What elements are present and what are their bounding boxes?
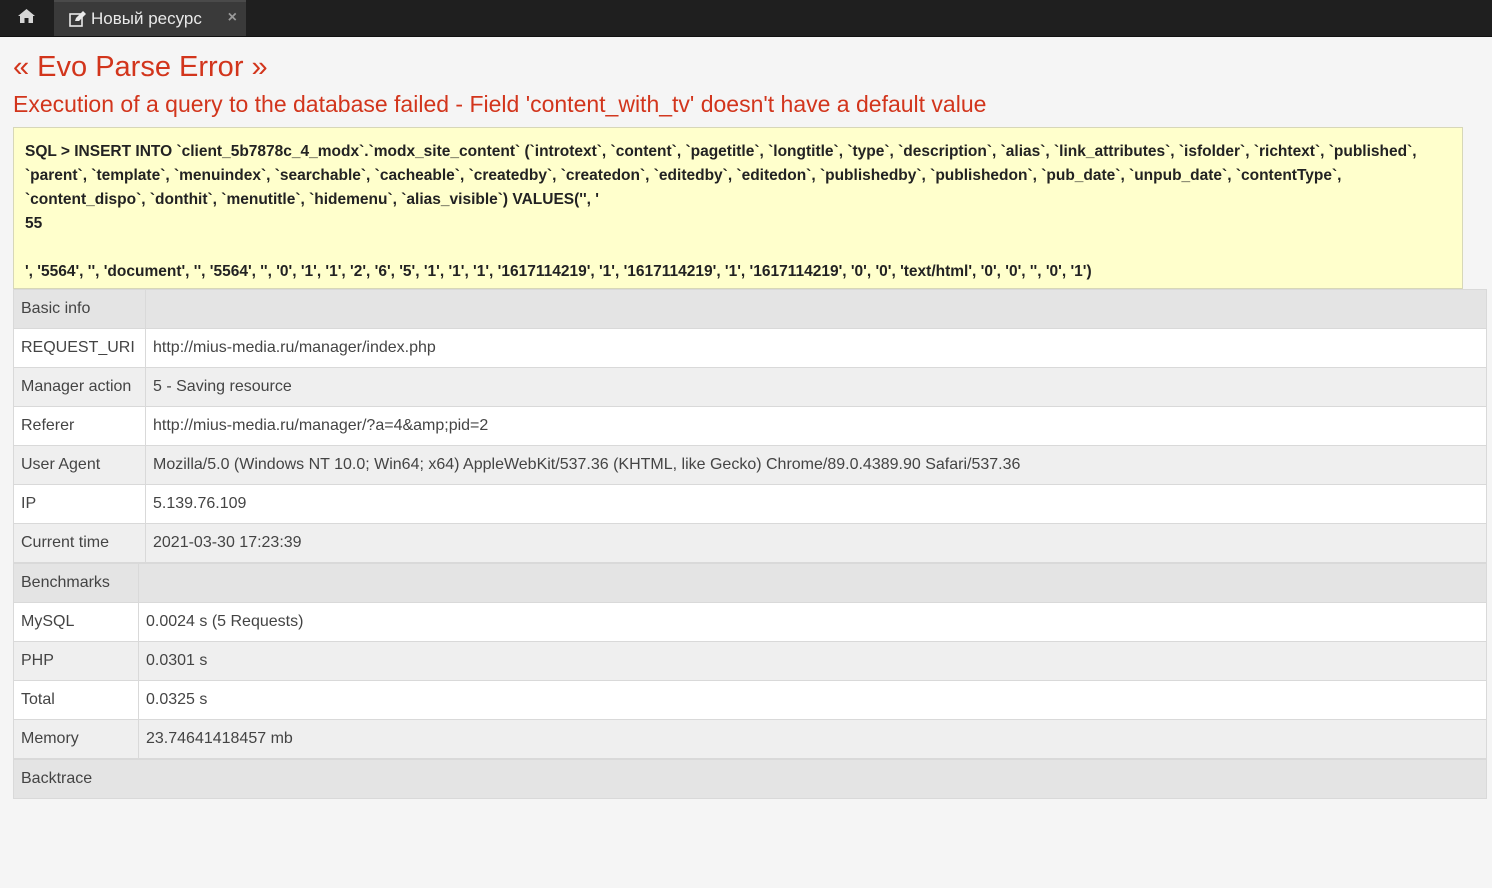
table-header-row: Basic info xyxy=(13,289,1487,329)
row-value: 0.0301 s xyxy=(138,641,1487,681)
row-value: Mozilla/5.0 (Windows NT 10.0; Win64; x64… xyxy=(145,445,1487,485)
tab-new-resource[interactable]: Новый ресурс × xyxy=(54,0,246,36)
top-bar: Новый ресурс × xyxy=(0,0,1492,37)
edit-icon xyxy=(69,11,87,27)
row-value: 5 - Saving resource xyxy=(145,367,1487,407)
row-value: http://mius-media.ru/manager/?a=4&amp;pi… xyxy=(145,406,1487,446)
row-key: PHP xyxy=(13,641,139,681)
table-header-empty xyxy=(138,563,1487,603)
table-header: Basic info xyxy=(13,289,146,329)
row-key: Total xyxy=(13,680,139,720)
table-row: Manager action 5 - Saving resource xyxy=(13,367,1487,407)
row-key: Referer xyxy=(13,406,146,446)
table-row: Current time 2021-03-30 17:23:39 xyxy=(13,523,1487,563)
table-row: IP 5.139.76.109 xyxy=(13,484,1487,524)
table-header: Benchmarks xyxy=(13,563,139,603)
row-key: Memory xyxy=(13,719,139,759)
table-header-empty xyxy=(145,289,1487,329)
row-value: 2021-03-30 17:23:39 xyxy=(145,523,1487,563)
table-row: REQUEST_URI http://mius-media.ru/manager/… xyxy=(13,328,1487,368)
close-icon[interactable]: × xyxy=(228,9,237,27)
table-row: User Agent Mozilla/5.0 (Windows NT 10.0; … xyxy=(13,445,1487,485)
table-header-row: Benchmarks xyxy=(13,563,1487,603)
basic-info-table: Basic info REQUEST_URI http://mius-media.… xyxy=(13,289,1487,563)
home-icon xyxy=(17,8,35,28)
row-key: User Agent xyxy=(13,445,146,485)
row-key: IP xyxy=(13,484,146,524)
error-page: « Evo Parse Error » Execution of a query… xyxy=(0,37,1492,799)
table-header: Backtrace xyxy=(13,759,1487,799)
table-row: MySQL 0.0024 s (5 Requests) xyxy=(13,602,1487,642)
sql-query-box: SQL > INSERT INTO `client_5b7878c_4_modx… xyxy=(13,127,1463,289)
table-header-row: Backtrace xyxy=(13,759,1487,799)
home-tab[interactable] xyxy=(0,0,52,36)
error-message: Execution of a query to the database fai… xyxy=(13,91,987,117)
benchmarks-table: Benchmarks MySQL 0.0024 s (5 Requests) PHP… xyxy=(13,563,1487,759)
row-value: http://mius-media.ru/manager/index.php xyxy=(145,328,1487,368)
error-title: « Evo Parse Error » xyxy=(13,51,268,83)
row-value: 23.74641418457 mb xyxy=(138,719,1487,759)
table-row: PHP 0.0301 s xyxy=(13,641,1487,681)
row-value: 5.139.76.109 xyxy=(145,484,1487,524)
row-value: 0.0325 s xyxy=(138,680,1487,720)
row-key: REQUEST_URI xyxy=(13,328,146,368)
row-key: Current time xyxy=(13,523,146,563)
backtrace-table: Backtrace xyxy=(13,759,1487,799)
tab-label: Новый ресурс xyxy=(91,9,202,28)
table-row: Memory 23.74641418457 mb xyxy=(13,719,1487,759)
row-key: Manager action xyxy=(13,367,146,407)
row-key: MySQL xyxy=(13,602,139,642)
table-row: Total 0.0325 s xyxy=(13,680,1487,720)
table-row: Referer http://mius-media.ru/manager/?a=4… xyxy=(13,406,1487,446)
row-value: 0.0024 s (5 Requests) xyxy=(138,602,1487,642)
